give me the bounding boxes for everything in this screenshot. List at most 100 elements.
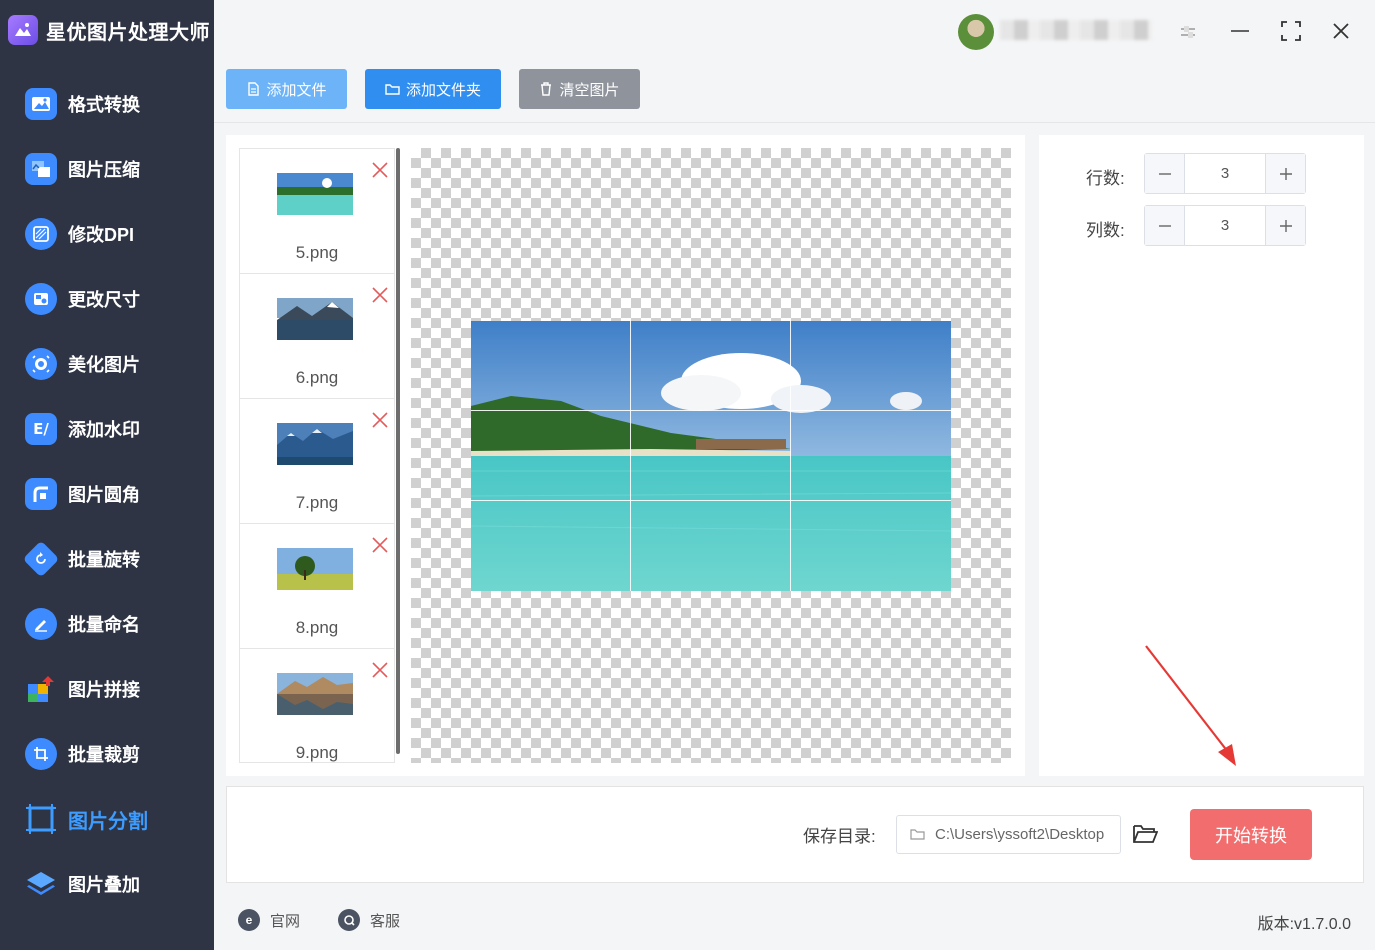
rows-label: 行数: — [1086, 169, 1125, 188]
start-convert-button[interactable]: 开始转换 — [1190, 809, 1312, 860]
sidebar-item-label: 图片叠加 — [68, 875, 140, 895]
file-list-item[interactable]: 9.png — [240, 649, 394, 762]
sidebar-item-puzzle[interactable]: 图片拼接 — [0, 663, 214, 715]
dpi-icon — [25, 218, 57, 250]
plus-icon — [1279, 219, 1292, 232]
add-file-label: 添加文件 — [266, 81, 327, 99]
sidebar-item-rename[interactable]: 批量命名 — [0, 598, 214, 650]
remove-file-icon[interactable] — [371, 161, 389, 179]
rows-decrement-button[interactable] — [1145, 154, 1185, 193]
add-folder-button[interactable]: 添加文件夹 — [365, 69, 501, 109]
crop-icon — [25, 738, 57, 770]
minimize-icon[interactable] — [1220, 14, 1260, 48]
sidebar-item-watermark[interactable]: E/ 添加水印 — [0, 403, 214, 455]
website-label: 官网 — [270, 912, 301, 930]
file-name: 7.png — [295, 493, 339, 512]
clear-images-button[interactable]: 清空图片 — [519, 69, 640, 109]
sidebar-item-label: 美化图片 — [68, 355, 140, 375]
settings-icon[interactable] — [1168, 14, 1208, 48]
rotate-icon — [22, 540, 60, 578]
thumbnail-beach — [277, 173, 353, 215]
file-name: 5.png — [295, 243, 339, 262]
username-blurred — [1000, 20, 1152, 40]
resize-icon — [25, 283, 57, 315]
rows-input[interactable] — [1186, 154, 1264, 193]
sidebar-item-label: 图片分割 — [68, 810, 148, 833]
rows-increment-button[interactable] — [1265, 154, 1305, 193]
avatar[interactable] — [958, 14, 994, 50]
file-name: 9.png — [295, 743, 339, 762]
cols-decrement-button[interactable] — [1145, 206, 1185, 245]
sidebar-item-crop[interactable]: 批量裁剪 — [0, 728, 214, 780]
save-path-field[interactable]: C:\Users\yssoft2\Desktop — [896, 815, 1121, 854]
image-convert-icon — [25, 88, 57, 120]
minus-icon — [1158, 172, 1171, 175]
ie-browser-icon: e — [238, 909, 260, 931]
cols-label: 列数: — [1086, 221, 1125, 240]
sidebar-item-label: 批量命名 — [68, 615, 140, 635]
split-grid-line — [471, 410, 951, 411]
sidebar-item-rotate[interactable]: 批量旋转 — [0, 533, 214, 585]
split-icon — [25, 803, 57, 835]
sidebar-item-beautify[interactable]: 美化图片 — [0, 338, 214, 390]
sidebar-item-resize[interactable]: 更改尺寸 — [0, 273, 214, 325]
rename-icon — [25, 608, 57, 640]
split-grid-line — [630, 321, 631, 591]
split-grid-line — [790, 321, 791, 591]
file-list-item[interactable]: 7.png — [240, 399, 394, 524]
support-label: 客服 — [370, 912, 401, 930]
remove-file-icon[interactable] — [371, 411, 389, 429]
file-list-scrollbar[interactable] — [396, 148, 400, 754]
plus-icon — [1279, 167, 1292, 180]
thumbnail-blue-mountains — [277, 423, 353, 465]
clear-images-label: 清空图片 — [559, 81, 620, 99]
image-compress-icon — [25, 153, 57, 185]
maximize-icon[interactable] — [1271, 14, 1311, 48]
file-list: 5.png 6.png 7.png 8.png 9.png — [239, 148, 395, 763]
website-link[interactable]: e 官网 — [238, 908, 300, 932]
rows-stepper — [1144, 153, 1306, 194]
file-list-item[interactable]: 8.png — [240, 524, 394, 649]
app-brand: 星优图片处理大师 — [8, 12, 210, 48]
layers-icon — [25, 868, 57, 900]
file-list-item[interactable]: 6.png — [240, 274, 394, 399]
sidebar-item-dpi[interactable]: 修改DPI — [0, 208, 214, 260]
sidebar-item-label: 批量裁剪 — [68, 745, 140, 765]
close-icon[interactable] — [1321, 14, 1361, 48]
version-text: 版本:v1.7.0.0 — [1257, 916, 1351, 933]
sidebar-item-label: 更改尺寸 — [68, 290, 140, 310]
remove-file-icon[interactable] — [371, 286, 389, 304]
sidebar-item-label: 图片拼接 — [68, 680, 140, 700]
add-folder-label: 添加文件夹 — [405, 81, 481, 99]
watermark-icon: E/ — [25, 413, 57, 445]
file-list-item[interactable]: 5.png — [240, 149, 394, 274]
sidebar-item-layers[interactable]: 图片叠加 — [0, 858, 214, 910]
sidebar-item-label: 添加水印 — [68, 420, 140, 440]
thumbnail-tree-field — [277, 548, 353, 590]
minus-icon — [1158, 224, 1171, 227]
file-icon — [248, 82, 260, 96]
app-logo-icon — [8, 15, 38, 45]
cols-stepper — [1144, 205, 1306, 246]
add-file-button[interactable]: 添加文件 — [226, 69, 347, 109]
toolbar-divider — [214, 122, 1375, 123]
sidebar-item-image-compress[interactable]: 图片压缩 — [0, 143, 214, 195]
support-link[interactable]: 客服 — [338, 908, 400, 932]
folder-icon — [385, 84, 400, 95]
remove-file-icon[interactable] — [371, 536, 389, 554]
sidebar-item-format-convert[interactable]: 格式转换 — [0, 78, 214, 130]
open-folder-icon[interactable] — [1132, 822, 1158, 846]
sidebar: 星优图片处理大师 格式转换 图片压缩 修改DPI 更改尺寸 美化图片 E/ 添加… — [0, 0, 214, 950]
cols-input[interactable] — [1186, 206, 1264, 245]
remove-file-icon[interactable] — [371, 661, 389, 679]
app-title: 星优图片处理大师 — [46, 21, 210, 44]
sidebar-item-label: 图片压缩 — [68, 160, 140, 180]
save-path-text: C:\Users\yssoft2\Desktop — [935, 826, 1105, 843]
beautify-icon — [25, 348, 57, 380]
sidebar-item-split[interactable]: 图片分割 — [0, 793, 214, 845]
sidebar-item-rounded-corner[interactable]: 图片圆角 — [0, 468, 214, 520]
trash-icon — [541, 82, 552, 96]
rounded-corner-icon — [25, 478, 57, 510]
sidebar-item-label: 格式转换 — [68, 95, 140, 115]
cols-increment-button[interactable] — [1265, 206, 1305, 245]
